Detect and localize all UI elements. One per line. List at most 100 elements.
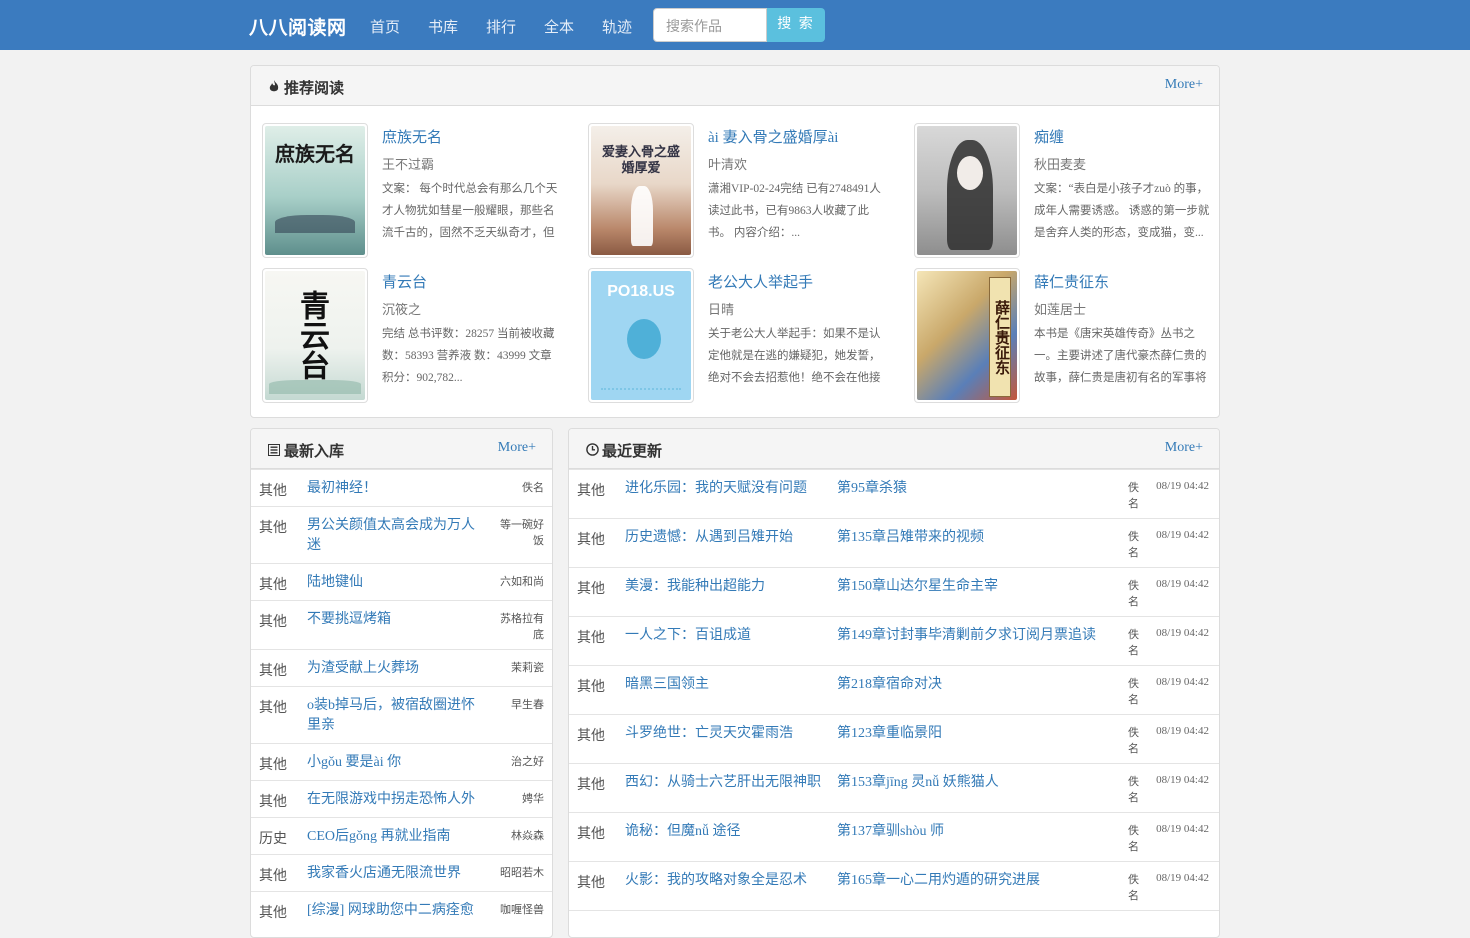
- updates-panel: 最近更新 More+ 其他 进化乐园：我的天赋没有问题 第95章杀猿 佚名 08…: [568, 428, 1220, 938]
- update-time: 08/19 04:42: [1156, 676, 1209, 688]
- book-title[interactable]: 薛仁贵征东: [1034, 271, 1109, 292]
- book-author: 苏格拉有底: [500, 613, 544, 641]
- book-author: 佚名: [1128, 678, 1139, 706]
- cover-title: 庶族无名: [275, 142, 355, 166]
- list-item: 历史 CEO后gǒng 再就业指南 林焱森: [251, 817, 552, 854]
- update-time: 08/19 04:42: [1156, 725, 1209, 737]
- update-time: 08/19 04:42: [1156, 774, 1209, 786]
- rec-book: PO18.US 老公大人举起手 日晴 关于老公大人举起手：如果不是认定他就是在逃…: [588, 268, 898, 404]
- book-title[interactable]: 火影：我的攻略对象全是忍术: [625, 871, 825, 891]
- book-title[interactable]: 我家香火店通无限流世界: [307, 864, 487, 884]
- recommend-more-link[interactable]: More+: [1165, 77, 1203, 93]
- book-title[interactable]: 最初神经！: [307, 479, 487, 499]
- book-title[interactable]: 美漫：我能种出超能力: [625, 577, 825, 597]
- updates-title: 最近更新: [585, 440, 662, 461]
- book-cover[interactable]: 薛仁贵征东: [914, 268, 1020, 403]
- book-cover[interactable]: PO18.US: [588, 268, 694, 403]
- book-category: 其他: [577, 778, 605, 793]
- book-author: 王不过霸: [382, 157, 435, 172]
- book-title[interactable]: 男公关颜值太高会成为万人迷: [307, 516, 487, 556]
- book-title[interactable]: 诡秘：但魔nǚ 途径: [625, 822, 825, 842]
- book-author: 咖喱怪兽: [500, 904, 544, 916]
- book-title[interactable]: 不要挑逗烤箱: [307, 610, 487, 630]
- chapter-link[interactable]: 第165章一心二用灼遁的研究进展: [837, 871, 1117, 891]
- book-title[interactable]: ài 妻入骨之盛婚厚ài: [708, 126, 838, 147]
- nav-complete[interactable]: 全本: [544, 16, 574, 37]
- book-title[interactable]: [综漫] 网球助您中二病痊愈: [307, 901, 487, 921]
- book-title[interactable]: CEO后gǒng 再就业指南: [307, 827, 487, 847]
- list-item: 其他 我家香火店通无限流世界 昭昭若木: [251, 854, 552, 891]
- book-title[interactable]: o装b掉马后，被宿敌圈进怀里亲: [307, 696, 487, 736]
- newest-more-link[interactable]: More+: [498, 440, 536, 456]
- nav-library[interactable]: 书库: [428, 16, 458, 37]
- update-row: 其他 西幻：从骑士六艺肝出无限神职 第153章jīng 灵nǚ 妖熊猫人 佚名 …: [569, 763, 1219, 812]
- list-item: 其他 男公关颜值太高会成为万人迷 等一碗好饭: [251, 506, 552, 563]
- book-title[interactable]: 西幻：从骑士六艺肝出无限神职: [625, 773, 825, 793]
- book-category: 其他: [259, 484, 287, 499]
- book-title[interactable]: 为渣受献上火葬场: [307, 659, 487, 679]
- newest-title-text: 最新入库: [284, 444, 345, 460]
- book-title[interactable]: 小gǒu 要是ài 你: [307, 753, 487, 773]
- search-input[interactable]: 搜索作品: [653, 8, 767, 42]
- book-title[interactable]: 一人之下：百诅成道: [625, 626, 825, 646]
- nav-ranking[interactable]: 排行: [486, 16, 516, 37]
- book-category: 其他: [577, 827, 605, 842]
- book-title[interactable]: 青云台: [382, 271, 427, 292]
- book-category: 其他: [259, 615, 287, 630]
- book-category: 其他: [259, 758, 287, 773]
- book-author: 日晴: [708, 302, 735, 317]
- book-category: 其他: [259, 578, 287, 593]
- update-row: 其他 进化乐园：我的天赋没有问题 第95章杀猿 佚名 08/19 04:42: [569, 469, 1219, 518]
- chapter-link[interactable]: 第218章宿命对决: [837, 675, 1117, 695]
- recommend-panel: 推荐阅读 More+ 庶族无名 庶族无名 王不过霸 文案： 每个时代总会有那么几…: [250, 65, 1220, 418]
- chapter-link[interactable]: 第123章重临景阳: [837, 724, 1117, 744]
- book-title[interactable]: 斗罗绝世：亡灵天灾霍雨浩: [625, 724, 825, 744]
- chapter-link[interactable]: 第149章讨封事毕清剿前夕求订阅月票追读: [837, 626, 1117, 646]
- book-category: 其他: [259, 521, 287, 536]
- cover-title: 爱妻入骨之盛婚厚爱: [601, 144, 680, 175]
- list-item: 其他 o装b掉马后，被宿敌圈进怀里亲 早生春: [251, 686, 552, 743]
- book-title[interactable]: 老公大人举起手: [708, 271, 813, 292]
- book-cover[interactable]: 庶族无名: [262, 123, 368, 258]
- clock-icon: [585, 443, 599, 461]
- book-title[interactable]: 进化乐园：我的天赋没有问题: [625, 479, 825, 499]
- book-title[interactable]: 历史遗憾：从遇到吕雉开始: [625, 528, 825, 548]
- book-title[interactable]: 庶族无名: [382, 126, 442, 147]
- book-title[interactable]: 痴缠: [1034, 126, 1064, 147]
- book-title[interactable]: 暗黑三国领主: [625, 675, 825, 695]
- chapter-link[interactable]: 第150章山达尔星生命主宰: [837, 577, 1117, 597]
- chapter-link[interactable]: 第95章杀猿: [837, 479, 1117, 499]
- nav-history[interactable]: 轨迹: [602, 16, 632, 37]
- book-author: 佚名: [1128, 825, 1139, 853]
- update-row: 其他 火影：我的攻略对象全是忍术 第165章一心二用灼遁的研究进展 佚名 08/…: [569, 861, 1219, 910]
- book-cover[interactable]: [914, 123, 1020, 258]
- book-title[interactable]: 陆地键仙: [307, 573, 487, 593]
- book-title[interactable]: 在无限游戏中拐走恐怖人外: [307, 790, 487, 810]
- update-row: 其他 诡秘：但魔nǚ 途径 第137章驯shòu 师 佚名 08/19 04:4…: [569, 812, 1219, 861]
- book-author: 六如和尚: [500, 576, 544, 588]
- book-desc: 文案： 每个时代总会有那么几个天才人物犹如彗星一般耀眼，那些名流千古的，固然不乏…: [382, 183, 558, 239]
- list-item: 其他 最初神经！ 佚名: [251, 469, 552, 506]
- book-author: 秋田麦麦: [1034, 157, 1087, 172]
- fire-icon: [267, 80, 281, 98]
- rec-book: 爱妻入骨之盛婚厚爱 ài 妻入骨之盛婚厚ài 叶清欢 潇湘VIP-02-24完结…: [588, 123, 898, 259]
- nav-home[interactable]: 首页: [370, 16, 400, 37]
- rec-book: 薛仁贵征东 薛仁贵征东 如莲居士 本书是《唐宋英雄传奇》丛书之一。主要讲述了唐代…: [914, 268, 1219, 404]
- search-button[interactable]: 搜 索: [767, 8, 825, 42]
- book-author: 佚名: [1128, 629, 1139, 657]
- chapter-link[interactable]: 第137章驯shòu 师: [837, 822, 1117, 842]
- site-logo[interactable]: 八八阅读网: [249, 13, 347, 40]
- chapter-link[interactable]: 第153章jīng 灵nǚ 妖熊猫人: [837, 773, 1117, 793]
- book-author: 佚名: [1128, 482, 1139, 510]
- book-category: 其他: [259, 906, 287, 921]
- book-author: 佚名: [1128, 727, 1139, 755]
- updates-more-link[interactable]: More+: [1165, 440, 1203, 456]
- chapter-link[interactable]: 第135章吕雉带来的视频: [837, 528, 1117, 548]
- book-cover[interactable]: 爱妻入骨之盛婚厚爱: [588, 123, 694, 258]
- book-cover[interactable]: 青云台: [262, 268, 368, 403]
- newest-panel: 最新入库 More+ 其他 最初神经！ 佚名 其他 男公关颜值太高会成为万人迷 …: [250, 428, 553, 938]
- book-author: 林焱森: [511, 830, 544, 842]
- book-author: 佚名: [1128, 874, 1139, 902]
- update-row: 其他 暗黑三国领主 第218章宿命对决 佚名 08/19 04:42: [569, 665, 1219, 714]
- update-row: [569, 910, 1219, 937]
